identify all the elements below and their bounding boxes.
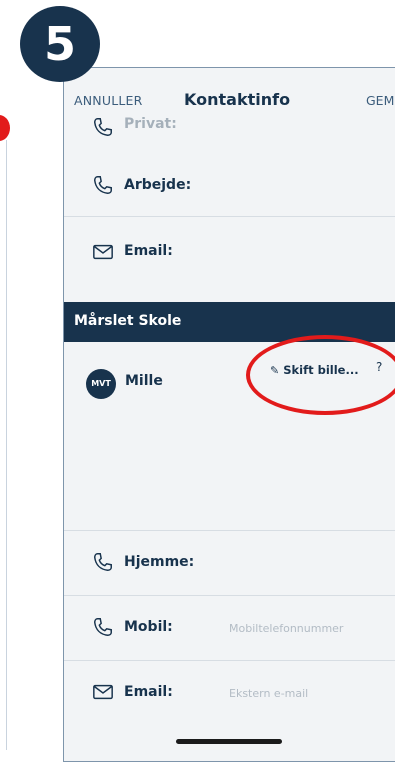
- avatar: MVT: [86, 369, 116, 399]
- contact-row-home-phone[interactable]: Hjemme:: [64, 531, 395, 596]
- phone-icon: [94, 176, 112, 194]
- phone-icon: [94, 553, 112, 571]
- contact-row-mobile[interactable]: Mobil: Mobiltelefonnummer: [64, 596, 395, 661]
- page-title: Kontaktinfo: [184, 90, 291, 109]
- contact-label-external-email: Email:: [124, 684, 173, 700]
- contact-label-work: Arbejde:: [124, 177, 192, 193]
- contact-label-home: Hjemme:: [124, 554, 195, 570]
- envelope-icon: [93, 244, 113, 260]
- step-number-badge: 5: [20, 6, 100, 82]
- previous-step-marker: [0, 115, 10, 141]
- phone-icon: [94, 618, 112, 636]
- contact-row-external-email[interactable]: Email: Ekstern e-mail: [64, 661, 395, 725]
- phone-screen: ANNULLER Kontaktinfo GEM Privat: Arbejde…: [63, 67, 395, 762]
- top-navigation-bar: ANNULLER Kontaktinfo GEM: [64, 68, 395, 123]
- school-name: Mårslet Skole: [74, 313, 182, 329]
- mobile-input[interactable]: Mobiltelefonnummer: [229, 622, 343, 635]
- external-email-input[interactable]: Ekstern e-mail: [229, 687, 308, 700]
- envelope-icon: [93, 684, 113, 700]
- contact-label-private: Privat:: [124, 116, 177, 132]
- previous-screen-edge: [6, 140, 7, 750]
- contact-label-email: Email:: [124, 243, 173, 259]
- highlight-circle: [246, 335, 395, 415]
- contact-row-private-phone[interactable]: Privat:: [64, 116, 395, 153]
- phone-icon: [94, 118, 112, 136]
- child-name: Mille: [125, 373, 163, 389]
- home-indicator[interactable]: [176, 739, 282, 744]
- save-button[interactable]: GEM: [366, 93, 394, 108]
- contact-row-work-phone[interactable]: Arbejde:: [64, 152, 395, 217]
- cancel-button[interactable]: ANNULLER: [74, 93, 143, 108]
- contact-label-mobile: Mobil:: [124, 619, 173, 635]
- contact-row-email[interactable]: Email:: [64, 217, 395, 303]
